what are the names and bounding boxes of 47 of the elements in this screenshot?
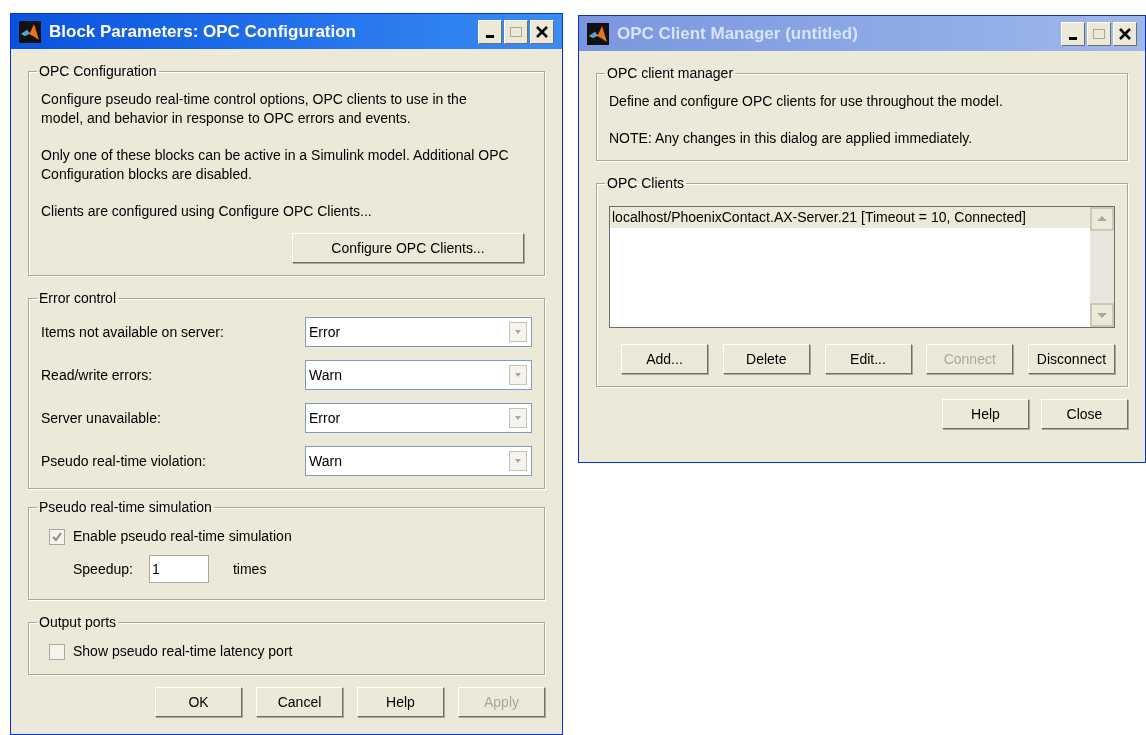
button[interactable]: Close [1041,399,1128,429]
field-label: Server unavailable: [41,408,161,428]
group-title: Pseudo real-time simulation [38,498,213,517]
window-title: Block Parameters: OPC Configuration [49,20,357,43]
button[interactable]: Delete [722,344,810,374]
checkbox[interactable] [49,643,65,660]
description-text: Configure pseudo real-time control options, OPC clients to use in the model, and behavior in response to OPC errors and events. [41,90,468,128]
input-field[interactable]: 1 [148,555,209,583]
minimize-button[interactable] [478,19,502,44]
button[interactable]: Add... [621,344,708,374]
list-item[interactable]: localhost/PhoenixContact.AX-Server.21 [Timeout = 10, Connected] [610,207,1090,228]
button[interactable]: Edit... [824,344,912,374]
dropdown[interactable]: Warn [305,446,532,476]
field-label: Speedup: [73,559,133,579]
button[interactable]: Help [942,399,1029,429]
dropdown[interactable]: Error [305,317,532,347]
checkbox-label: Show pseudo real-time latency port [73,642,293,661]
group-title: OPC Configuration [38,62,158,81]
group-title: OPC Clients [606,174,686,193]
button[interactable]: Configure OPC Clients... [292,233,524,263]
button[interactable]: Help [357,687,444,717]
checkbox[interactable] [49,528,65,545]
field-label: Items not available on server: [41,322,224,342]
dropdown[interactable]: Error [305,403,532,433]
close-icon [1119,27,1131,40]
window-title: OPC Client Manager (untitled) [617,22,859,45]
field-label: Pseudo real-time violation: [41,451,206,471]
close-button[interactable] [1113,21,1137,46]
description-text: Define and configure OPC clients for use throughout the model. [609,92,1004,111]
button[interactable]: OK [155,687,242,717]
minimize-button[interactable] [1061,21,1085,46]
group-title: Output ports [38,613,118,632]
button[interactable]: Disconnect [1028,344,1115,374]
dropdown[interactable]: Warn [305,360,532,390]
group-title: OPC client manager [606,64,735,83]
close-button[interactable] [530,19,554,44]
checkbox-label: Enable pseudo real-time simulation [73,527,292,546]
logo-icon [587,22,609,45]
description-text: Only one of these blocks can be active in a Simulink model. Additional OPC Configuration blocks are disabled. [41,146,510,184]
group-title: Error control [38,289,118,308]
logo-icon [19,20,41,43]
close-icon [536,25,548,38]
description-text: Clients are configured using Configure OPC Clients... [41,202,373,221]
unit-label: times [232,559,267,579]
description-text: NOTE: Any changes in this dialog are applied immediately. [609,129,974,148]
field-label: Read/write errors: [41,365,153,385]
button[interactable]: Cancel [256,687,343,717]
